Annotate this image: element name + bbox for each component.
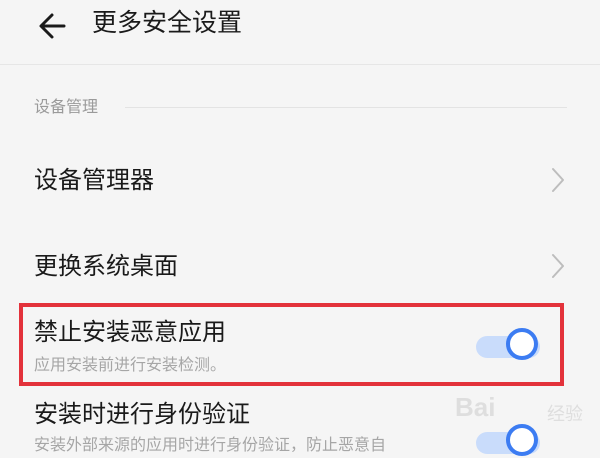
page-title: 更多安全设置: [92, 8, 243, 37]
install-verify-subtitle: 安装外部来源的应用时进行身份验证，防止恶意自: [34, 435, 387, 454]
watermark-text: Bai: [455, 392, 496, 422]
section-label: 设备管理: [34, 97, 99, 116]
header-divider: [0, 64, 600, 65]
chevron-right-icon: [552, 168, 564, 192]
arrow-left-icon[interactable]: [34, 8, 74, 44]
highlight-box: [19, 303, 564, 386]
change-launcher-item[interactable]: 更换系统桌面: [34, 250, 178, 282]
watermark: Bai 经验: [455, 392, 585, 432]
watermark-subtext: 经验: [547, 404, 583, 425]
install-verify-title: 安装时进行身份验证: [34, 400, 250, 428]
section-divider: [125, 107, 567, 108]
app-header: 更多安全设置: [0, 0, 600, 60]
chevron-right-icon: [552, 254, 564, 278]
device-manager-item[interactable]: 设备管理器: [34, 164, 154, 196]
